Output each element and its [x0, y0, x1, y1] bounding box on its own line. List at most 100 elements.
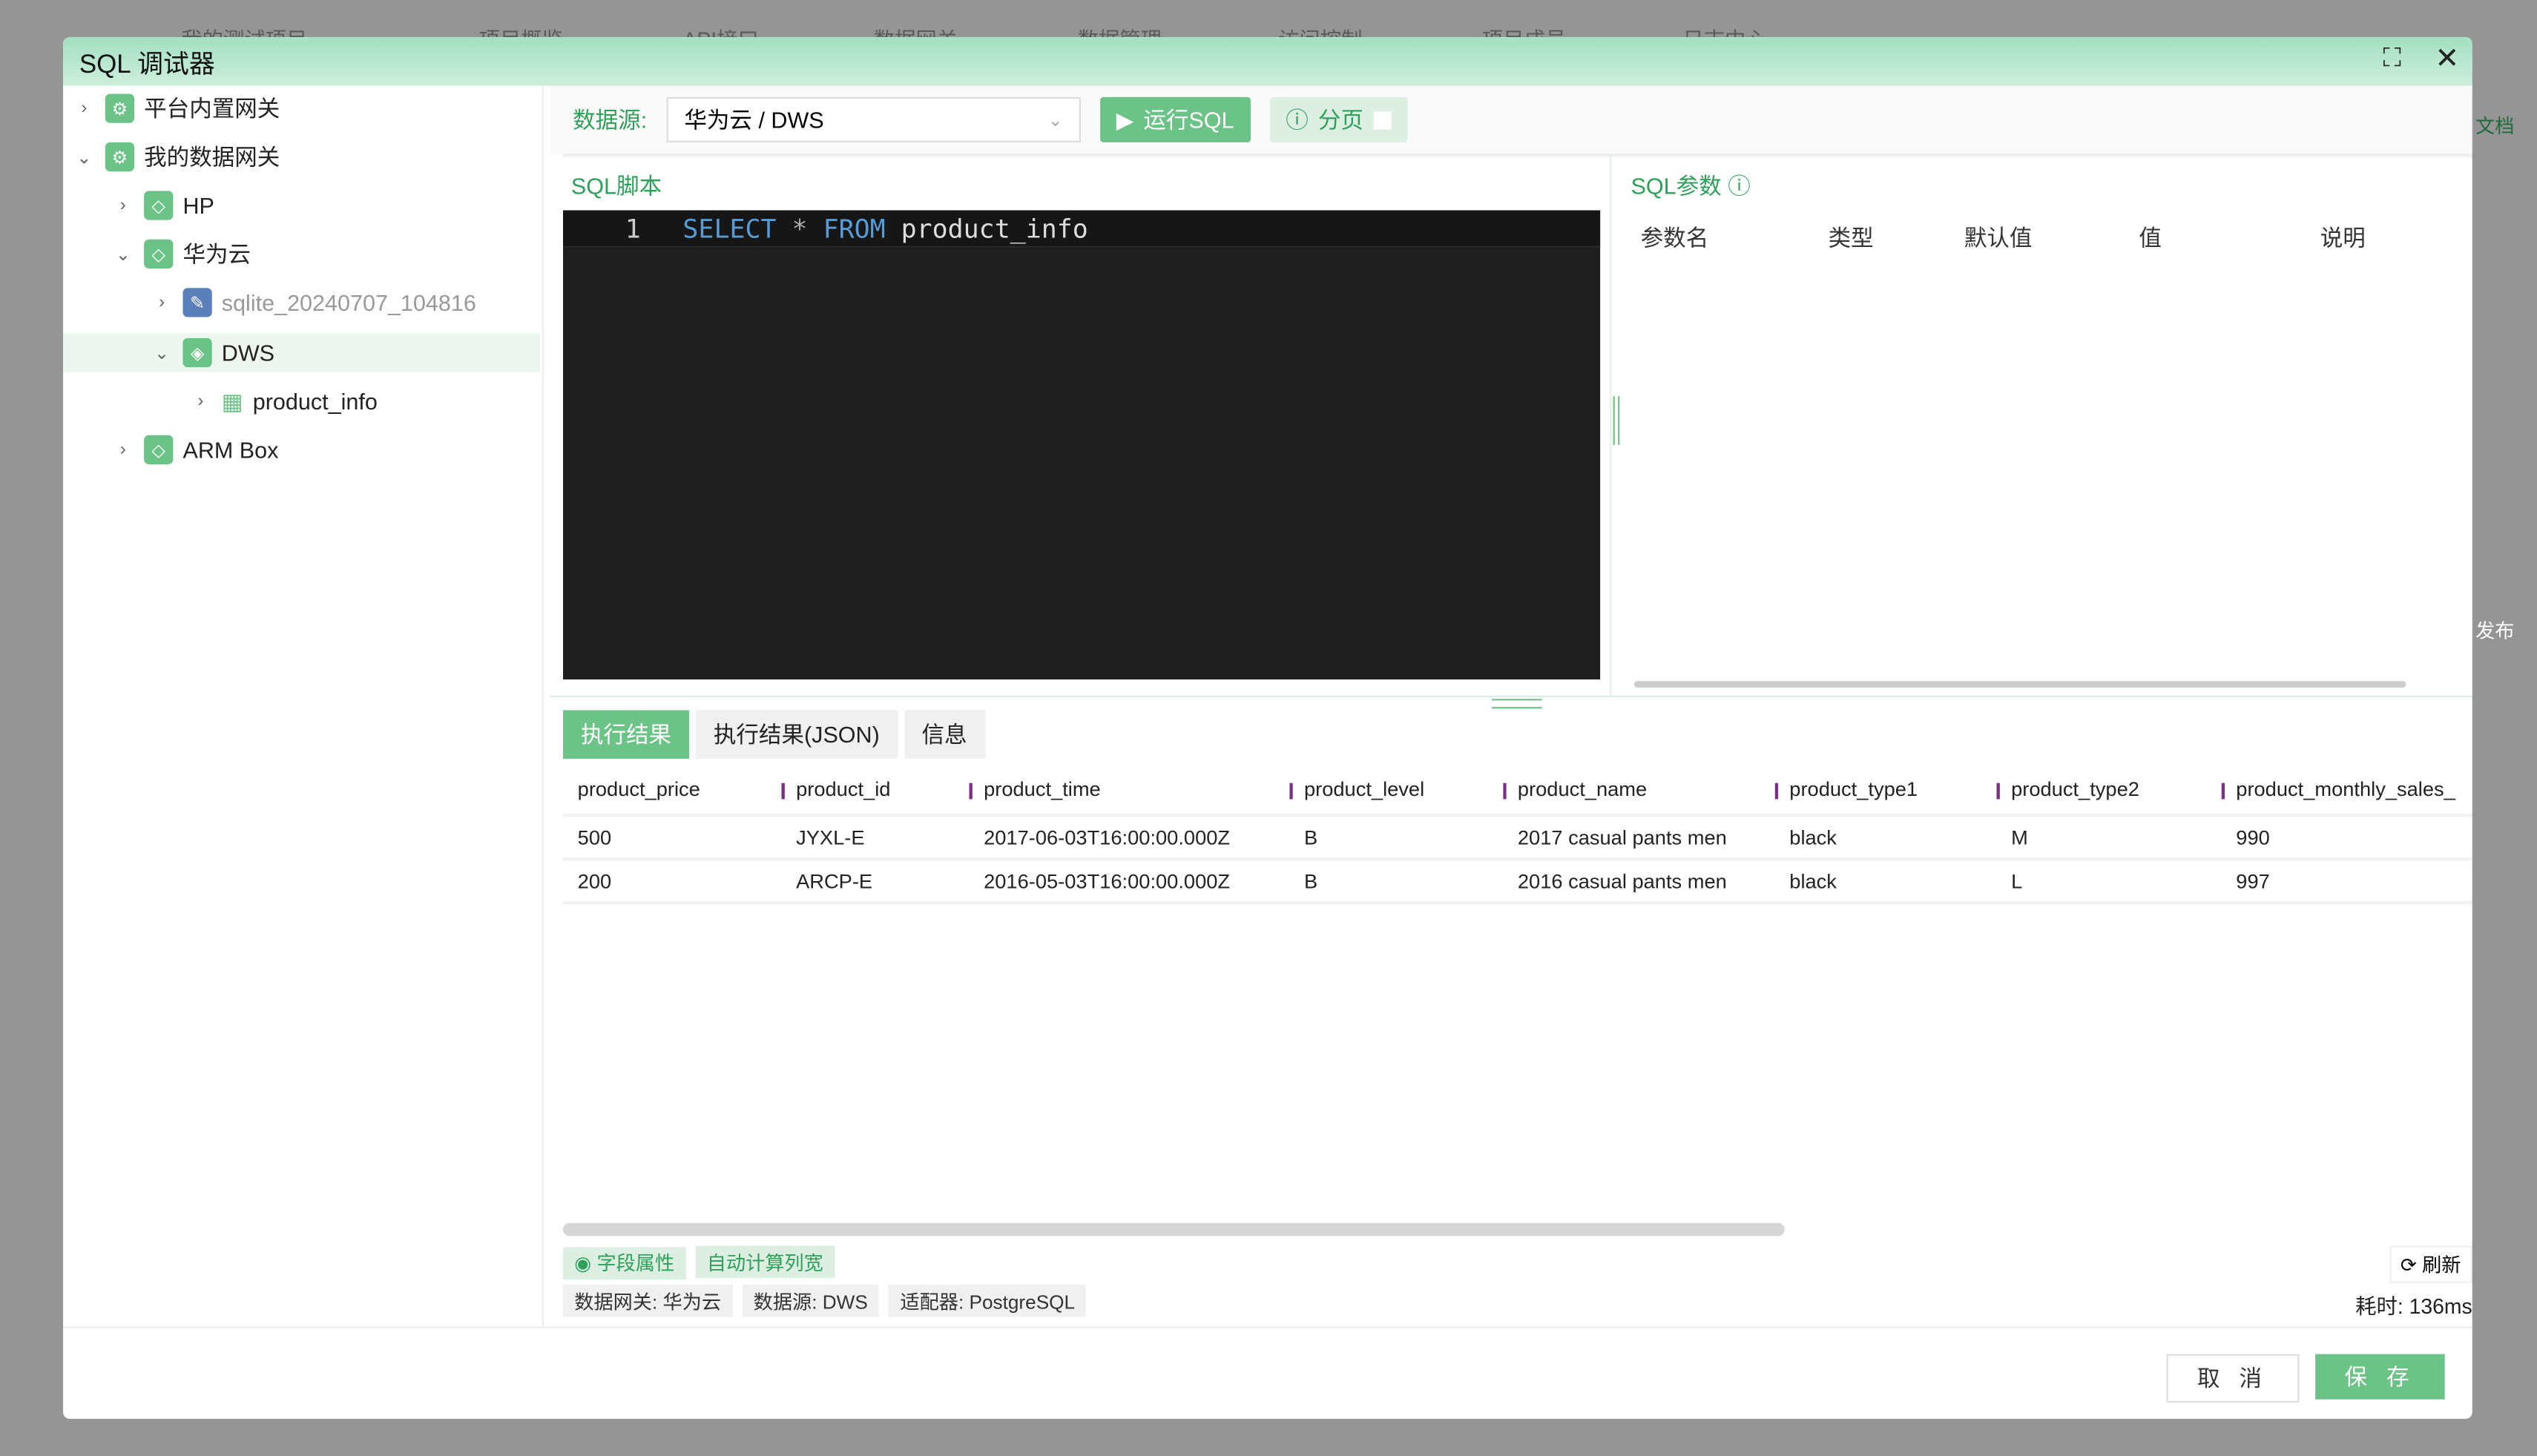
tree-label: ARM Box: [182, 436, 279, 463]
table-icon: ▦: [221, 387, 243, 414]
tree-node-dws[interactable]: ⌄ ◈ DWS: [63, 333, 541, 372]
column-header[interactable]: product_id: [781, 778, 969, 801]
chevron-down-icon[interactable]: ⌄: [111, 243, 134, 264]
table-cell: 500: [577, 826, 612, 849]
chevron-right-icon[interactable]: ›: [73, 99, 96, 118]
tree-label: DWS: [221, 340, 275, 366]
gateway-tree: › ⚙ 平台内置网关 ⌄ ⚙ 我的数据网关 › ◇ HP ⌄ ◇ 华为云 › ✎ sqlite_20…: [63, 85, 544, 1327]
gateway-icon: ⚙: [105, 93, 135, 123]
param-col: 说明: [2320, 225, 2366, 251]
line-number: 1: [625, 212, 641, 244]
column-header[interactable]: product_name: [1503, 778, 1774, 801]
tree-node-arm-box[interactable]: › ◇ ARM Box: [111, 430, 278, 469]
table-cell: B: [1303, 826, 1318, 849]
params-scrollbar[interactable]: [1633, 681, 2406, 688]
paging-label: 分页: [1317, 106, 1363, 133]
vertical-split-handle[interactable]: [1491, 699, 1542, 709]
cube-icon: ◇: [144, 239, 174, 269]
column-header[interactable]: product_monthly_sales_: [2221, 778, 2472, 801]
info-icon: ⓘ: [1728, 173, 1751, 200]
adapter-chip: 适配器: PostgreSQL: [889, 1284, 1087, 1317]
editor-line: 1 SELECT * FROM product_info: [563, 210, 1601, 248]
refresh-button[interactable]: ⟳ 刷新: [2389, 1245, 2472, 1283]
database-icon: ◈: [182, 337, 212, 368]
paging-toggle[interactable]: ⓘ 分页: [1269, 96, 1407, 142]
run-sql-button[interactable]: ▶ 运行SQL: [1099, 96, 1251, 142]
table-cell: 2017-06-03T16:00:00.000Z: [984, 826, 1231, 849]
tree-node-my-gateways[interactable]: ⌄ ⚙ 我的数据网关: [73, 137, 280, 176]
tree-label: 华为云: [182, 240, 251, 267]
sql-debugger-modal: SQL 调试器 ⛶ ✕ › ⚙ 平台内置网关 ⌄ ⚙ 我的数据网关 › ◇ HP ⌄ ◇ 华为云…: [63, 37, 2472, 1419]
tree-label: HP: [182, 192, 214, 219]
results-scrollbar[interactable]: [563, 1222, 1785, 1236]
maximize-icon[interactable]: ⛶: [2383, 45, 2401, 74]
tree-node-product-info[interactable]: › ▦ product_info: [189, 382, 378, 421]
table-cell: ARCP-E: [796, 869, 873, 892]
paging-checkbox[interactable]: [1373, 111, 1392, 129]
chevron-right-icon[interactable]: ›: [111, 196, 134, 215]
datasource-chip: 数据源: DWS: [742, 1284, 880, 1317]
tab-info[interactable]: 信息: [904, 710, 985, 759]
chevron-down-icon[interactable]: ⌄: [151, 342, 174, 363]
chevron-right-icon[interactable]: ›: [111, 440, 134, 459]
cancel-button[interactable]: 取 消: [2166, 1354, 2300, 1403]
tree-label: sqlite_20240707_104816: [221, 289, 476, 316]
save-button[interactable]: 保 存: [2315, 1354, 2445, 1400]
table-cell: 990: [2236, 826, 2270, 849]
close-icon[interactable]: ✕: [2435, 42, 2459, 76]
sql-script-title: SQL脚本: [570, 173, 662, 200]
tree-label: 我的数据网关: [144, 144, 280, 171]
info-icon: ⓘ: [1286, 106, 1309, 133]
tab-results-json[interactable]: 执行结果(JSON): [695, 710, 898, 759]
table-cell: 2016 casual pants men: [1517, 869, 1727, 892]
column-header[interactable]: product_time: [969, 778, 1289, 801]
main-panel: 数据源: 华为云 / DWS ⌄ ▶ 运行SQL ⓘ 分页 SQL脚本 1 SELEC…: [550, 85, 2472, 1327]
bg-publish: 发布: [2475, 619, 2515, 642]
split-handle[interactable]: [1613, 396, 1620, 445]
sql-editor[interactable]: 1 SELECT * FROM product_info: [563, 210, 1601, 680]
column-header[interactable]: product_type1: [1774, 778, 1997, 801]
field-attr-button[interactable]: ◉ 字段属性: [563, 1246, 686, 1279]
column-header[interactable]: product_level: [1289, 778, 1503, 801]
table-cell: black: [1789, 869, 1837, 892]
run-sql-label: 运行SQL: [1143, 106, 1234, 133]
tree-node-hp[interactable]: › ◇ HP: [111, 186, 214, 225]
eye-icon: ◉: [574, 1251, 592, 1274]
table-cell: 2016-05-03T16:00:00.000Z: [984, 869, 1231, 892]
chevron-right-icon[interactable]: ›: [151, 293, 174, 312]
tab-results[interactable]: 执行结果: [563, 710, 690, 759]
param-col: 参数名: [1640, 225, 1709, 251]
modal-footer: 取 消 保 存: [63, 1326, 2472, 1419]
tree-node-builtin[interactable]: › ⚙ 平台内置网关: [73, 89, 280, 128]
datasource-select[interactable]: 华为云 / DWS ⌄: [666, 96, 1081, 142]
table-cell: black: [1789, 826, 1837, 849]
chevron-down-icon[interactable]: ⌄: [73, 146, 96, 168]
datasource-value: 华为云 / DWS: [684, 106, 824, 133]
table-row: 200 ARCP-E 2016-05-03T16:00:00.000Z B 2016 c…: [563, 860, 2472, 905]
modal-header: SQL 调试器 ⛶ ✕: [63, 37, 2472, 86]
sqlite-icon: ✎: [182, 288, 212, 317]
cube-icon: ◇: [144, 435, 174, 464]
result-tools: ◉ 字段属性 自动计算列宽: [563, 1245, 844, 1279]
sql-keyword: FROM: [823, 212, 886, 244]
chevron-right-icon[interactable]: ›: [189, 392, 212, 411]
chevron-down-icon: ⌄: [1047, 111, 1063, 131]
sql-keyword: SELECT: [682, 212, 777, 244]
params-table-header: 参数名 类型 默认值 值 说明: [1634, 222, 2472, 254]
param-col: 类型: [1828, 225, 1874, 251]
cube-icon: ◇: [144, 191, 174, 220]
modal-title: SQL 调试器: [79, 51, 215, 79]
gateway-chip: 数据网关: 华为云: [563, 1284, 733, 1317]
table-cell: M: [2011, 826, 2028, 849]
play-icon: ▶: [1116, 105, 1134, 132]
param-col: 值: [2139, 225, 2162, 251]
elapsed-time: 耗时: 136ms: [2355, 1294, 2472, 1319]
param-col: 默认值: [1964, 225, 2033, 251]
column-header[interactable]: product_type2: [1996, 778, 2221, 801]
column-header[interactable]: product_price: [563, 778, 781, 801]
table-cell: B: [1303, 869, 1318, 892]
auto-width-button[interactable]: 自动计算列宽: [695, 1245, 835, 1279]
tree-node-sqlite[interactable]: › ✎ sqlite_20240707_104816: [151, 283, 476, 322]
tree-node-huawei[interactable]: ⌄ ◇ 华为云: [111, 234, 251, 273]
tree-label: product_info: [252, 388, 378, 415]
